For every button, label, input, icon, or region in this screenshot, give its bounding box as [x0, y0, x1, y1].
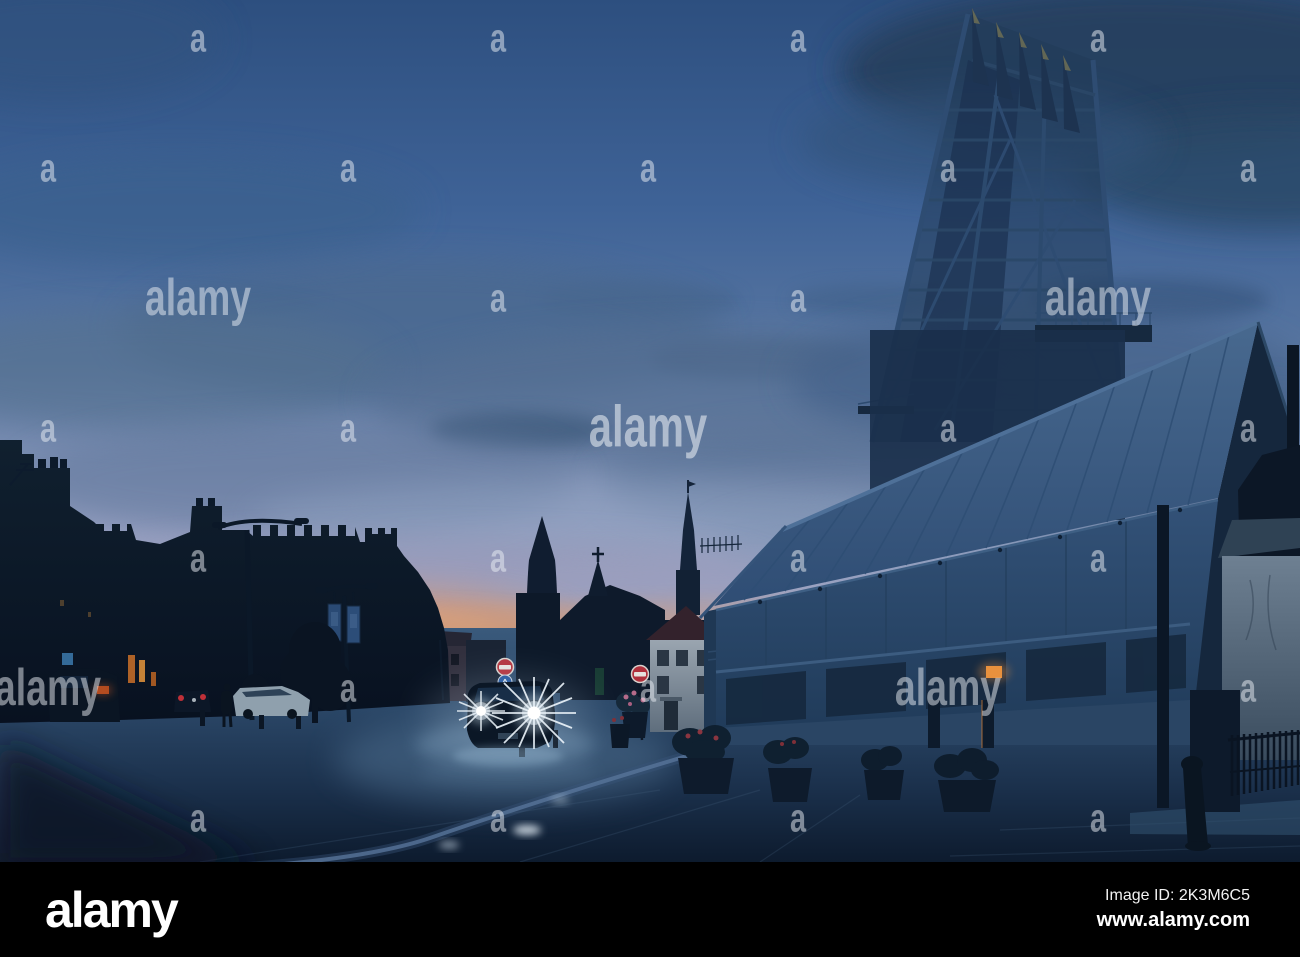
dusk-street-scene: [0, 0, 1300, 862]
door: [928, 700, 940, 748]
door: [982, 700, 994, 748]
car-taillights: [174, 690, 211, 712]
image-id: Image ID: 2K3M6C5: [1105, 887, 1250, 904]
lamp-pole-right: [1157, 505, 1169, 808]
stock-photo-page: a a a a a a a a a alamy a a alamy a a alamy a a a a a a alamy a…: [0, 0, 1300, 957]
image-meta: Image ID: 2K3M6C5 www.alamy.com: [1097, 887, 1250, 932]
curb-reflection: [513, 825, 541, 835]
photo-region: a a a a a a a a a alamy a a alamy a a alamy a a a a a a alamy a…: [0, 0, 1300, 862]
church-banner: [595, 668, 604, 695]
planter: [861, 746, 904, 800]
watermark-bar: alamy Image ID: 2K3M6C5 www.alamy.com: [0, 862, 1300, 957]
approaching-car: [418, 676, 598, 786]
alamy-logo: alamy: [45, 881, 179, 938]
parked-van: [47, 668, 120, 722]
alamy-url: www.alamy.com: [1096, 909, 1250, 931]
